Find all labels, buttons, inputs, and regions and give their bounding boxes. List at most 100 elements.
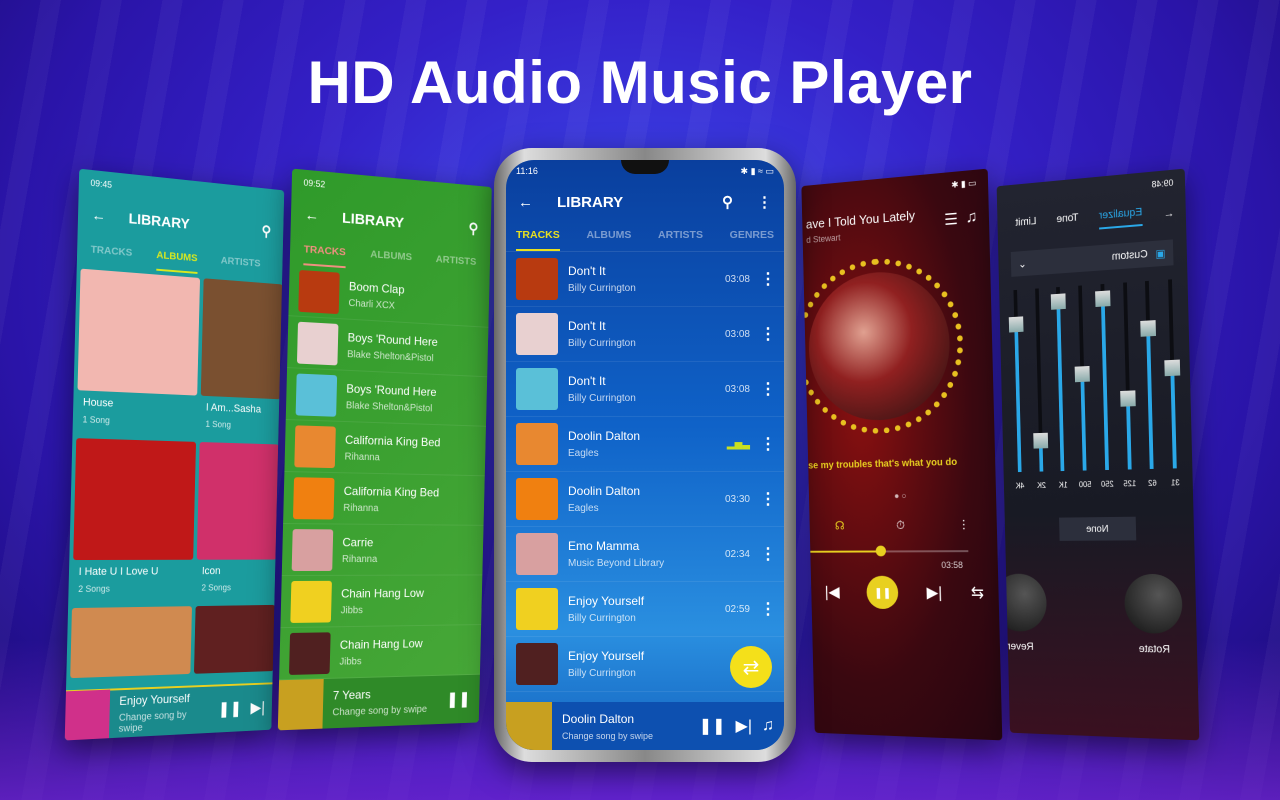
next-icon[interactable]: ▶|: [736, 716, 752, 736]
shuffle-button[interactable]: ⇄: [730, 646, 772, 688]
tab-tracks[interactable]: TRACKS: [90, 244, 132, 269]
tab-albums[interactable]: ALBUMS: [156, 249, 198, 274]
eq-slider[interactable]: [1123, 282, 1132, 469]
eq-band-label: 4K: [1015, 482, 1024, 491]
more-icon[interactable]: ⋮: [958, 517, 970, 532]
track-row[interactable]: Carrie Rihanna: [282, 524, 484, 576]
eq-slider-handle[interactable]: [1033, 432, 1048, 448]
eq-slider[interactable]: [1078, 285, 1086, 470]
reverb-preset[interactable]: None: [1059, 517, 1136, 541]
tab-equalizer[interactable]: Equalizer: [1099, 206, 1143, 229]
track-row[interactable]: Don't It Billy Currington 03:08 ⋮: [506, 362, 784, 417]
queue-icon[interactable]: ♫: [965, 207, 985, 226]
track-row[interactable]: Don't It Billy Currington 03:08 ⋮: [506, 252, 784, 307]
track-row[interactable]: Boys 'Round Here Blake Shelton&Pistol: [286, 368, 487, 427]
next-icon[interactable]: ▶|: [250, 698, 272, 718]
more-icon[interactable]: ⋮: [760, 599, 774, 619]
back-icon[interactable]: ←: [304, 206, 319, 224]
more-icon[interactable]: ⋮: [760, 434, 774, 454]
tab-tracks[interactable]: TRACKS: [516, 229, 560, 251]
album-card[interactable]: I Hate U I Love U 2 Songs: [72, 438, 196, 604]
equalizer-icon[interactable]: ☰: [944, 209, 958, 230]
tab-artists[interactable]: ARTISTS: [435, 253, 476, 277]
album-card[interactable]: House 1 Song: [76, 269, 200, 438]
more-icon[interactable]: ⋮: [757, 193, 772, 211]
rotate-knob[interactable]: [1124, 574, 1183, 634]
album-card[interactable]: Icon 2 Songs: [196, 442, 279, 602]
back-icon[interactable]: ←: [518, 194, 533, 211]
track-row[interactable]: California King Bed Rihanna: [283, 472, 485, 526]
track-artist: Rihanna: [343, 502, 439, 514]
previous-icon[interactable]: |◀: [825, 582, 840, 601]
eq-slider[interactable]: [1145, 281, 1154, 469]
eq-slider-handle[interactable]: [1095, 291, 1110, 308]
headphone-icon[interactable]: ☊: [835, 519, 845, 534]
track-row[interactable]: Doolin Dalton Eagles ▂▅▃ ⋮: [506, 417, 784, 472]
play-pause-button[interactable]: ❚❚: [867, 576, 899, 609]
queue-icon[interactable]: ♫: [762, 717, 784, 735]
tab-ge[interactable]: GE: [283, 260, 285, 282]
tab-artists[interactable]: ARTISTS: [658, 229, 703, 251]
album-card[interactable]: I Am...Sasha 1 Song: [200, 278, 283, 440]
more-icon[interactable]: ⋮: [760, 489, 774, 509]
eq-slider[interactable]: [1168, 279, 1177, 468]
preset-dropdown[interactable]: ▣ Custom ⌄: [1011, 239, 1174, 276]
seek-handle[interactable]: [875, 546, 885, 557]
track-row[interactable]: Chain Hang Low Jibbs: [280, 575, 482, 628]
track-row[interactable]: Boys 'Round Here Blake Shelton&Pistol: [287, 316, 488, 377]
more-icon[interactable]: ⋮: [760, 544, 774, 564]
tab-artists[interactable]: ARTISTS: [220, 255, 260, 279]
track-row[interactable]: Doolin Dalton Eagles 03:30 ⋮: [506, 472, 784, 527]
eq-band-label: 500: [1079, 480, 1092, 489]
pause-icon[interactable]: ❚❚: [218, 699, 242, 719]
timer-icon[interactable]: ⏱: [896, 518, 905, 533]
pause-icon[interactable]: ❚❚: [699, 716, 726, 736]
eq-slider-handle[interactable]: [1051, 294, 1066, 310]
album-card[interactable]: [70, 606, 192, 678]
album-card[interactable]: [194, 605, 275, 674]
reverb-knob[interactable]: [997, 574, 1048, 632]
track-row[interactable]: Emo Mamma Music Beyond Library 02:34 ⋮: [506, 527, 784, 582]
track-title: Enjoy Yourself: [568, 649, 644, 663]
tab-genres[interactable]: GENRES: [730, 229, 774, 251]
more-icon[interactable]: ⋮: [760, 269, 774, 289]
tab-albums[interactable]: ALBUMS: [370, 248, 412, 272]
eq-slider-handle[interactable]: [1075, 366, 1090, 382]
pause-icon[interactable]: ❚❚: [446, 689, 480, 709]
save-icon[interactable]: ▣: [1155, 246, 1165, 260]
track-row[interactable]: California King Bed Rihanna: [284, 420, 486, 476]
search-icon[interactable]: ⚲: [722, 193, 733, 211]
track-art: [294, 425, 336, 468]
search-icon[interactable]: ⚲: [468, 219, 478, 237]
more-icon[interactable]: ⋮: [760, 379, 774, 399]
eq-slider-handle[interactable]: [1164, 360, 1180, 377]
more-icon[interactable]: ⋮: [760, 324, 774, 344]
eq-slider[interactable]: [1013, 290, 1021, 472]
album-art: [73, 438, 196, 560]
eq-slider-handle[interactable]: [1009, 316, 1024, 332]
next-icon[interactable]: ▶|: [926, 583, 942, 603]
eq-slider[interactable]: [1035, 288, 1043, 471]
eq-slider[interactable]: [1100, 284, 1108, 470]
track-title: Boys 'Round Here: [347, 330, 437, 349]
tab-albums[interactable]: ALBUMS: [586, 229, 631, 251]
repeat-icon[interactable]: ⇆: [971, 583, 985, 603]
eq-slider-handle[interactable]: [1141, 320, 1157, 337]
track-artist: Music Beyond Library: [568, 558, 664, 569]
tab-limit[interactable]: Limit: [1015, 215, 1036, 236]
eq-slider[interactable]: [1056, 287, 1064, 471]
search-icon[interactable]: ⚲: [261, 222, 271, 240]
back-icon[interactable]: ←: [91, 206, 106, 224]
mini-player[interactable]: Doolin Dalton Change song by swipe ❚❚ ▶| ♫: [506, 702, 784, 750]
tab-tracks[interactable]: TRACKS: [303, 243, 346, 268]
mini-player[interactable]: 7 Years Change song by swipe ❚❚: [278, 675, 480, 731]
album-name: Icon: [202, 565, 271, 577]
page-title: LIBRARY: [557, 194, 623, 211]
track-row[interactable]: Enjoy Yourself Billy Currington 02:59 ⋮: [506, 582, 784, 637]
track-row[interactable]: Chain Hang Low Jibbs: [279, 625, 481, 680]
tab-tone[interactable]: Tone: [1056, 212, 1078, 233]
track-row[interactable]: Don't It Billy Currington 03:08 ⋮: [506, 307, 784, 362]
eq-slider-handle[interactable]: [1120, 390, 1136, 406]
seek-bar[interactable]: [810, 550, 968, 553]
forward-icon[interactable]: ←: [1163, 207, 1174, 220]
